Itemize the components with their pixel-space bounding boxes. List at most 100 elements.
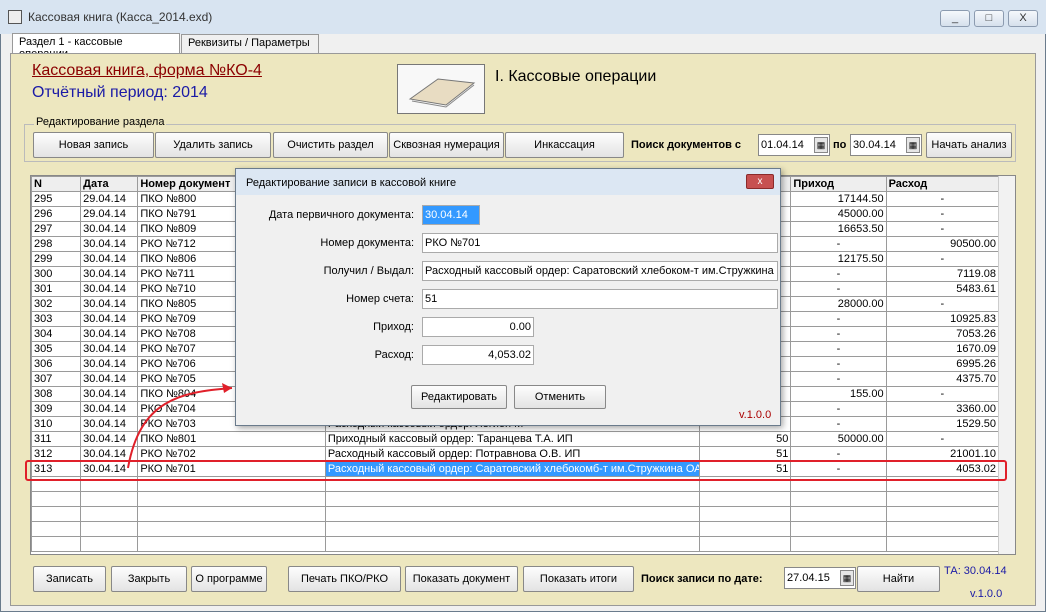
payee-field[interactable]: Расходный кассовый ордер: Саратовский хл…	[422, 261, 778, 281]
to-label: по	[833, 139, 847, 151]
table-cell: -	[790, 356, 887, 372]
about-button[interactable]: О программе	[191, 566, 267, 592]
expense-label: Расход:	[374, 349, 414, 361]
table-cell: -	[885, 431, 1000, 447]
numbering-button[interactable]: Сквозная нумерация	[389, 132, 504, 158]
payee-label: Получил / Выдал:	[323, 265, 414, 277]
income-field[interactable]: 0.00	[422, 317, 534, 337]
table-cell: 50	[699, 431, 792, 447]
table-cell: -	[885, 191, 1000, 207]
table-cell: ПКО №801	[137, 431, 326, 447]
date-field[interactable]: 30.04.14	[422, 205, 480, 225]
tab-operations[interactable]: Раздел 1 - кассовые операции	[12, 33, 180, 60]
edit-button[interactable]: Редактировать	[411, 385, 507, 409]
table-cell: 4375.70	[885, 371, 1000, 387]
account-label: Номер счета:	[346, 293, 414, 305]
date-label: Дата первичного документа:	[268, 209, 414, 221]
search-date-label: Поиск записи по дате:	[641, 573, 763, 585]
table-cell: 30.04.14	[80, 266, 139, 282]
empty-cell	[790, 521, 887, 537]
table-cell: 29.04.14	[80, 206, 139, 222]
docnum-field[interactable]: РКО №701	[422, 233, 778, 253]
empty-cell	[885, 521, 1000, 537]
table-cell: 299	[31, 251, 82, 267]
dialog-version: v.1.0.0	[739, 409, 772, 421]
empty-cell	[324, 536, 701, 552]
table-row[interactable]: 311 30.04.14 ПКО №801 Приходный кассовый ор…	[31, 431, 1000, 447]
dialog-close-button[interactable]: x	[746, 174, 774, 189]
empty-cell	[699, 521, 792, 537]
table-cell: 307	[31, 371, 82, 387]
form-title: Кассовая книга, форма №КО-4	[32, 62, 262, 79]
table-cell: 3360.00	[885, 401, 1000, 417]
vertical-scrollbar[interactable]	[998, 176, 1015, 554]
empty-cell	[80, 536, 139, 552]
table-cell: 1670.09	[885, 341, 1000, 357]
col-income[interactable]: Приход	[790, 176, 887, 192]
empty-cell	[699, 506, 792, 522]
start-analysis-button[interactable]: Начать анализ	[926, 132, 1012, 158]
table-cell: -	[885, 296, 1000, 312]
clear-section-button[interactable]: Очистить раздел	[273, 132, 388, 158]
table-cell: 30.04.14	[80, 236, 139, 252]
show-totals-button[interactable]: Показать итоги	[523, 566, 634, 592]
save-button[interactable]: Записать	[33, 566, 106, 592]
table-cell: 296	[31, 206, 82, 222]
empty-row	[31, 536, 1000, 552]
table-cell: 306	[31, 356, 82, 372]
close-app-button[interactable]: Закрыть	[111, 566, 187, 592]
calendar-icon[interactable]: ▦	[840, 570, 854, 586]
find-button[interactable]: Найти	[857, 566, 940, 592]
table-cell: 30.04.14	[80, 341, 139, 357]
empty-cell	[699, 491, 792, 507]
calendar-icon[interactable]: ▦	[906, 137, 920, 153]
table-cell: 298	[31, 236, 82, 252]
app-version: v.1.0.0	[970, 588, 1003, 600]
empty-cell	[80, 521, 139, 537]
new-record-button[interactable]: Новая запись	[33, 132, 154, 158]
collection-button[interactable]: Инкассация	[505, 132, 624, 158]
maximize-button[interactable]: □	[974, 10, 1004, 27]
empty-cell	[137, 491, 326, 507]
tab-requisites[interactable]: Реквизиты / Параметры	[181, 34, 319, 53]
table-cell: 50000.00	[790, 431, 887, 447]
close-button[interactable]: X	[1008, 10, 1038, 27]
table-cell: -	[790, 311, 887, 327]
empty-cell	[31, 491, 82, 507]
table-cell: 30.04.14	[80, 251, 139, 267]
table-cell: -	[885, 386, 1000, 402]
minimize-button[interactable]: _	[940, 10, 970, 27]
empty-cell	[885, 536, 1000, 552]
expense-field[interactable]: 4,053.02	[422, 345, 534, 365]
empty-cell	[885, 506, 1000, 522]
table-cell: 305	[31, 341, 82, 357]
table-cell: 300	[31, 266, 82, 282]
cancel-button[interactable]: Отменить	[514, 385, 606, 409]
table-cell: 30.04.14	[80, 431, 139, 447]
period-label: Отчётный период: 2014	[32, 84, 208, 101]
table-cell: 5483.61	[885, 281, 1000, 297]
table-cell: 302	[31, 296, 82, 312]
table-cell: 30.04.14	[80, 386, 139, 402]
col-date[interactable]: Дата	[80, 176, 139, 192]
table-cell: -	[790, 266, 887, 282]
table-cell: 301	[31, 281, 82, 297]
table-cell: 30.04.14	[80, 401, 139, 417]
print-button[interactable]: Печать ПКО/РКО	[288, 566, 401, 592]
table-cell: 45000.00	[790, 206, 887, 222]
show-document-button[interactable]: Показать документ	[405, 566, 518, 592]
col-expense[interactable]: Расход	[885, 176, 1000, 192]
docnum-label: Номер документа:	[320, 237, 414, 249]
account-field[interactable]: 51	[422, 289, 778, 309]
table-cell: 7119.08	[885, 266, 1000, 282]
calendar-icon[interactable]: ▦	[814, 137, 828, 153]
table-cell: 30.04.14	[80, 281, 139, 297]
book-icon	[397, 64, 485, 114]
table-cell: 30.04.14	[80, 356, 139, 372]
empty-cell	[137, 521, 326, 537]
table-cell: 90500.00	[885, 236, 1000, 252]
col-n[interactable]: N	[31, 176, 82, 192]
delete-record-button[interactable]: Удалить запись	[155, 132, 271, 158]
table-cell: -	[885, 206, 1000, 222]
empty-cell	[324, 506, 701, 522]
